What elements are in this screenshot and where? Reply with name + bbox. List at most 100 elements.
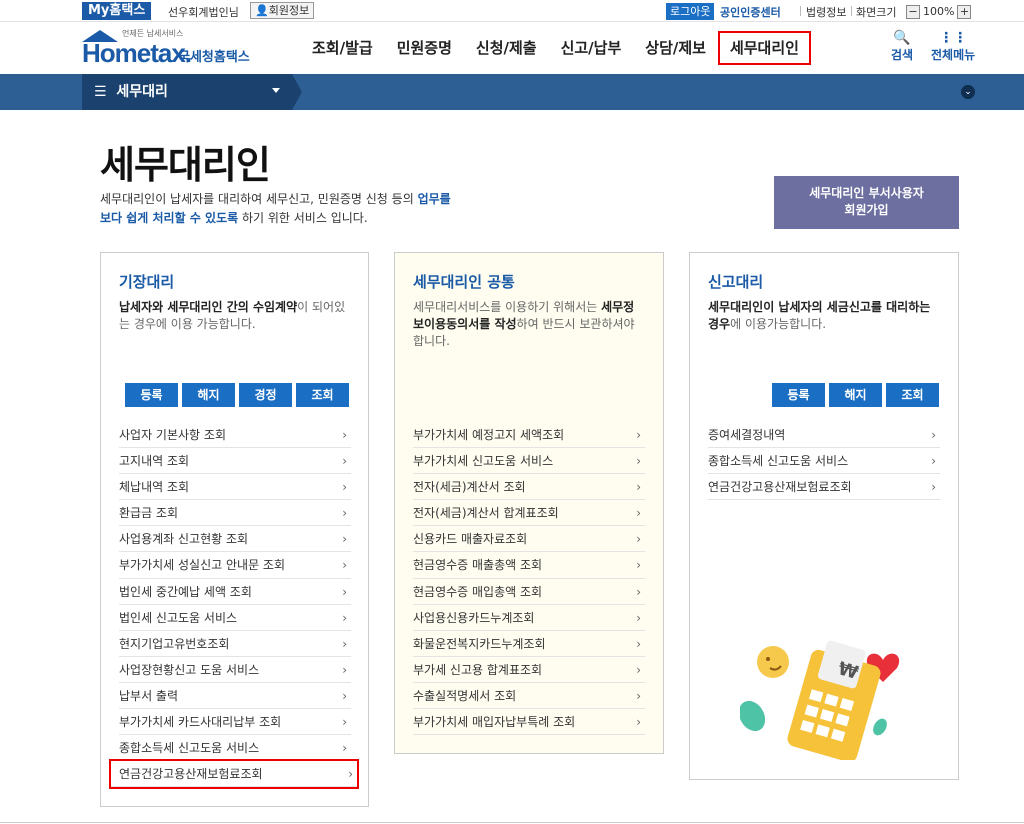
screen-size-label: 화면크기 [856, 6, 897, 19]
service-link[interactable]: 현지기업고유번호조회 › [119, 631, 351, 657]
divider [800, 6, 801, 16]
register-button[interactable]: 등록 [125, 383, 178, 407]
service-link[interactable]: 사업장현황신고 도움 서비스 › [119, 657, 351, 683]
chevron-right-icon: › [636, 584, 641, 599]
logout-button[interactable]: 로그아웃 [666, 3, 715, 20]
service-link[interactable]: 부가가치세 신고도움 서비스 › [413, 448, 645, 475]
service-label: 부가가치세 카드사대리납부 조회 [119, 715, 282, 730]
cancel-button[interactable]: 해지 [182, 383, 235, 407]
service-label: 수출실적명세서 조회 [413, 688, 517, 703]
service-link[interactable]: 증여세결정내역 › [708, 422, 940, 449]
sub-menu-selector[interactable]: ☰ 세무대리 [82, 74, 292, 110]
chevron-right-icon: › [342, 662, 347, 677]
service-link[interactable]: 법인세 신고도움 서비스 › [119, 605, 351, 631]
nav-consult[interactable]: 상담/제보 [633, 22, 718, 74]
service-link[interactable]: 사업자 기본사항 조회 › [119, 422, 351, 449]
service-list: 사업자 기본사항 조회 › 고지내역 조회 › 체납내역 조회 › 환급금 조회 › 사업용계좌… [109, 422, 359, 790]
service-link[interactable]: 납부서 출력 › [119, 683, 351, 710]
service-link[interactable]: 부가세 신고용 합계표조회 › [413, 657, 645, 683]
service-label: 납부서 출력 [119, 688, 179, 703]
zoom-out-button[interactable]: − [906, 4, 920, 19]
service-label: 연금건강고용산재보험료조회 [708, 480, 852, 495]
service-link[interactable]: 현금영수증 매출총액 조회 › [413, 552, 645, 579]
dept-user-signup-button[interactable]: 세무대리인 부서사용자 회원가입 [774, 176, 959, 229]
chevron-right-icon: › [342, 741, 347, 756]
service-link[interactable]: 부가가치세 예정고지 세액조회 › [413, 422, 645, 449]
service-link[interactable]: 화물운전복지카드누계조회 › [413, 631, 645, 657]
chevron-right-icon: › [342, 610, 347, 625]
divider [851, 6, 852, 16]
service-link[interactable]: 종합소득세 신고도움 서비스 › [119, 735, 351, 762]
service-link[interactable]: 사업용계좌 신고현황 조회 › [119, 526, 351, 553]
nav-report-pay[interactable]: 신고/납부 [549, 22, 634, 74]
service-link[interactable]: 고지내역 조회 › [119, 448, 351, 475]
service-label: 고지내역 조회 [119, 454, 190, 469]
expand-toggle-icon[interactable]: ⌄ [961, 85, 975, 99]
top-utility-bar: My홈택스 선우회계법인님 👤회원정보 로그아웃 공인인증센터 법령정보 화면크… [0, 0, 1024, 22]
service-label: 전자(세금)계산서 합계표조회 [413, 506, 559, 521]
logo-text: Hometax. [82, 38, 192, 68]
service-link[interactable]: 부가가치세 카드사대리납부 조회 › [119, 709, 351, 736]
service-link[interactable]: 전자(세금)계산서 합계표조회 › [413, 500, 645, 527]
nav-certificates[interactable]: 민원증명 [385, 22, 464, 74]
service-label: 연금건강고용산재보험료조회 [119, 767, 263, 782]
service-label: 부가가치세 매입자납부특례 조회 [413, 715, 576, 730]
service-link[interactable]: 신용카드 매출자료조회 › [413, 526, 645, 553]
nav-tax-agent[interactable]: 세무대리인 [717, 31, 811, 65]
cancel-button[interactable]: 해지 [829, 383, 882, 407]
card-description: 세무대리서비스를 이용하기 위해서는 세무정보이용동의서를 작성하여 반드시 보… [413, 300, 635, 348]
service-label: 증여세결정내역 [708, 428, 786, 442]
inquiry-button[interactable]: 조회 [296, 383, 349, 407]
chevron-right-icon: › [636, 610, 641, 625]
service-label: 현금영수증 매입총액 조회 [413, 584, 543, 599]
breadcrumb-arrow [292, 74, 302, 110]
sub-nav-bar: ☰ 세무대리 ⌄ [0, 74, 1024, 110]
register-button[interactable]: 등록 [772, 383, 825, 407]
chevron-right-icon: › [636, 688, 641, 703]
card-bookkeeping: 기장대리 납세자와 세무대리인 간의 수임계약이 되어있는 경우에 이용 가능합… [100, 252, 369, 807]
service-link[interactable]: 사업용신용카드누계조회 › [413, 605, 645, 631]
calculator-illustration: ₩ [740, 640, 900, 760]
chevron-right-icon: › [342, 584, 347, 599]
chevron-right-icon: › [342, 688, 347, 703]
service-link[interactable]: 연금건강고용산재보험료조회 › [109, 759, 359, 790]
chevron-down-icon [272, 88, 280, 93]
action-buttons: 등록 해지 조회 [772, 383, 939, 407]
zoom-in-button[interactable]: + [957, 4, 972, 19]
nav-inquiry[interactable]: 조회/발급 [300, 22, 385, 74]
action-buttons: 등록 해지 경정 조회 [125, 383, 349, 407]
service-link[interactable]: 연금건강고용산재보험료조회 › [708, 474, 940, 501]
chevron-right-icon: › [636, 558, 641, 573]
inquiry-button[interactable]: 조회 [886, 383, 939, 407]
hamburger-icon: ☰ [94, 84, 107, 100]
search-button[interactable]: 🔍 검색 [891, 30, 913, 63]
service-label: 부가가치세 신고도움 서비스 [413, 454, 554, 469]
service-label: 체납내역 조회 [119, 480, 190, 495]
zoom-control: − 100% + [906, 3, 972, 20]
service-link[interactable]: 종합소득세 신고도움 서비스 › [708, 448, 940, 475]
service-label: 부가가치세 예정고지 세액조회 [413, 428, 565, 442]
cert-center-link[interactable]: 공인인증센터 [720, 4, 781, 20]
service-link[interactable]: 부가가치세 매입자납부특례 조회 › [413, 709, 645, 736]
my-hometax-link[interactable]: My홈택스 [82, 2, 152, 20]
correct-button[interactable]: 경정 [239, 383, 292, 407]
chevron-right-icon: › [342, 428, 347, 442]
service-link[interactable]: 전자(세금)계산서 조회 › [413, 474, 645, 501]
law-info-link[interactable]: 법령정보 [806, 4, 846, 20]
all-menu-button[interactable]: ⋮⋮ 전체메뉴 [931, 30, 975, 63]
service-list: 부가가치세 예정고지 세액조회 › 부가가치세 신고도움 서비스 › 전자(세금)계산서… [413, 422, 645, 736]
chevron-right-icon: › [342, 480, 347, 495]
service-link[interactable]: 부가가치세 성실신고 안내문 조회 › [119, 552, 351, 579]
card-description: 세무대리인이 납세자의 세금신고를 대리하는 경우에 이용가능합니다. [708, 300, 931, 331]
service-label: 현지기업고유번호조회 [119, 636, 230, 651]
service-link[interactable]: 법인세 중간예납 세액 조회 › [119, 579, 351, 605]
service-link[interactable]: 환급금 조회 › [119, 500, 351, 527]
card-title: 세무대리인 공통 [413, 273, 515, 291]
service-link[interactable]: 수출실적명세서 조회 › [413, 683, 645, 710]
chevron-right-icon: › [636, 715, 641, 730]
hometax-logo[interactable]: 언제든 납세서비스 Hometax. 국세청홈택스 [82, 28, 252, 70]
member-info-button[interactable]: 👤회원정보 [250, 2, 315, 19]
service-link[interactable]: 현금영수증 매입총액 조회 › [413, 579, 645, 605]
nav-apply[interactable]: 신청/제출 [464, 22, 549, 74]
service-link[interactable]: 체납내역 조회 › [119, 474, 351, 501]
